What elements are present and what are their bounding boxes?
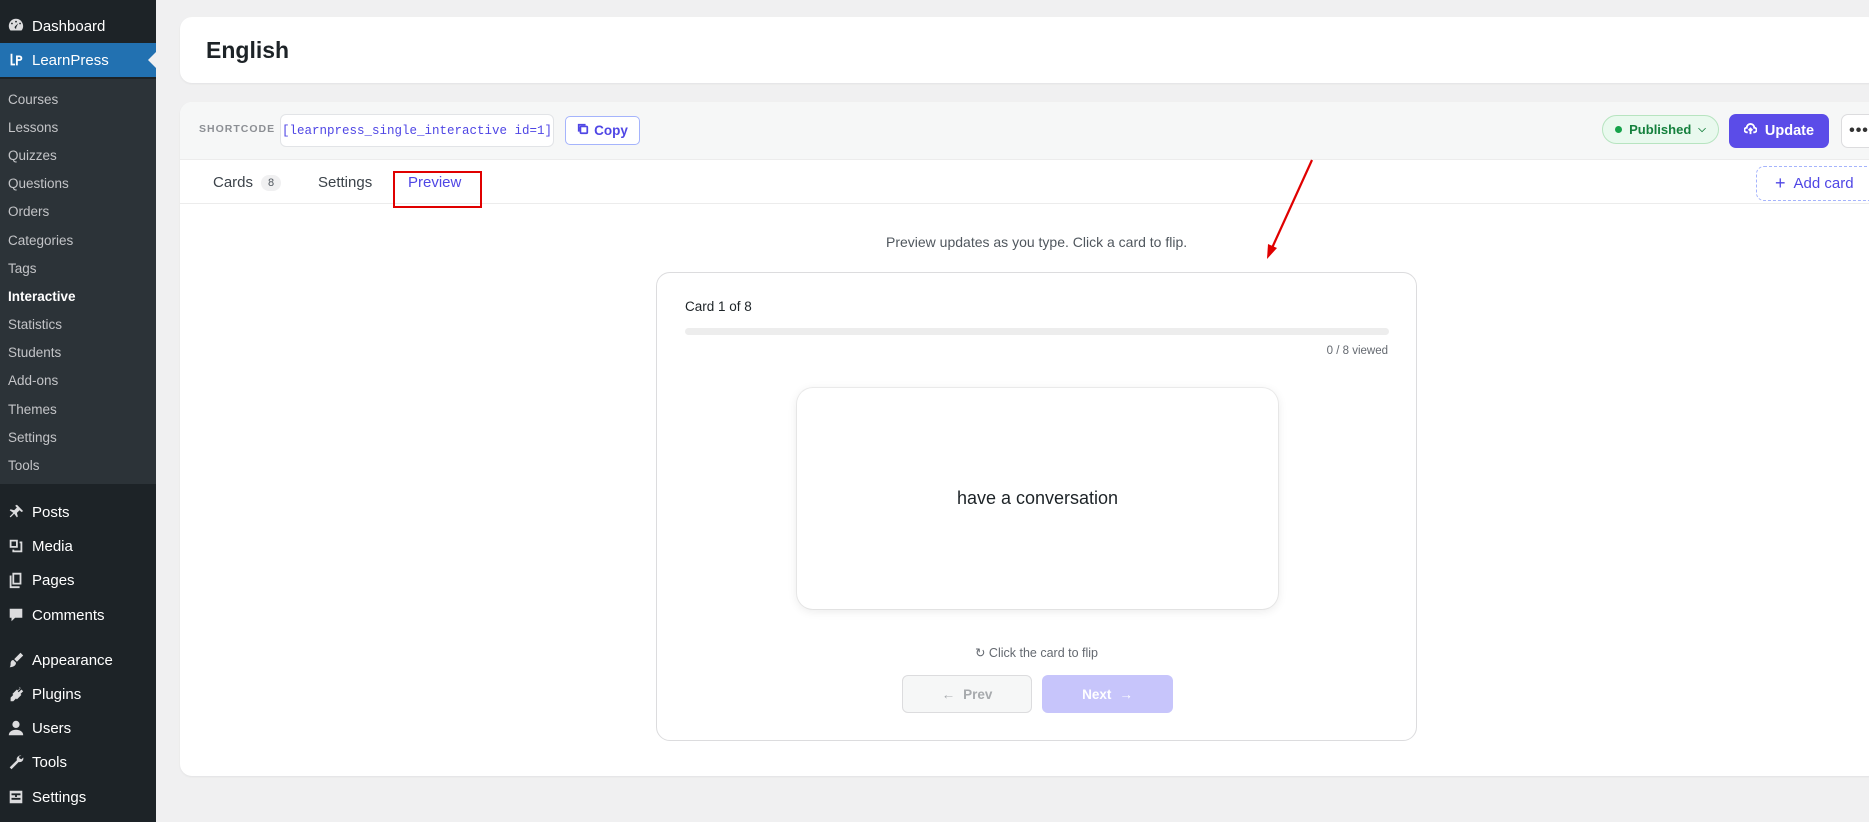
editor-toolbar: SHORTCODE [learnpress_single_interactive… — [180, 102, 1869, 160]
shortcode-field[interactable]: [learnpress_single_interactive id=1] — [280, 114, 554, 147]
flashcard-front-text: have a conversation — [956, 488, 1119, 508]
tab-settings-label: Settings — [318, 174, 373, 191]
submenu-item-questions[interactable]: Questions — [0, 170, 156, 198]
pin-icon — [0, 503, 32, 521]
sidebar-item-label: LearnPress — [32, 51, 109, 69]
more-options-button[interactable]: ••• — [1841, 114, 1869, 148]
submenu-item-tools[interactable]: Tools — [0, 451, 156, 479]
flashcard[interactable]: have a conversation — [797, 388, 1278, 609]
wrench-icon — [0, 753, 32, 771]
admin-sidebar: Dashboard LearnPress Courses Lessons Qui… — [0, 0, 156, 822]
sidebar-item-appearance[interactable]: Appearance — [0, 643, 156, 677]
submenu-item-orders[interactable]: Orders — [0, 198, 156, 226]
tab-cards-label: Cards — [213, 174, 254, 191]
active-indicator — [148, 52, 156, 68]
submenu-item-students[interactable]: Students — [0, 339, 156, 367]
tab-cards[interactable]: Cards 8 — [213, 174, 282, 191]
viewed-count: 0 / 8 viewed — [1326, 345, 1388, 357]
editor-card: SHORTCODE [learnpress_single_interactive… — [180, 102, 1869, 776]
arrow-right-icon: → — [1119, 686, 1133, 702]
cloud-upload-icon — [1743, 122, 1758, 140]
add-card-button[interactable]: + Add card — [1756, 166, 1869, 201]
tab-settings[interactable]: Settings — [318, 174, 372, 191]
cards-count-badge: 8 — [261, 174, 282, 191]
sidebar-item-media[interactable]: Media — [0, 529, 156, 563]
sidebar-item-users[interactable]: Users — [0, 711, 156, 745]
sidebar-item-label: Tools — [32, 753, 68, 771]
sidebar-item-label: Appearance — [32, 651, 113, 669]
sidebar-item-label: Posts — [32, 503, 70, 521]
add-card-label: Add card — [1793, 175, 1854, 192]
sidebar-item-pages[interactable]: Pages — [0, 563, 156, 597]
submenu-item-tags[interactable]: Tags — [0, 254, 156, 282]
sidebar-item-label: Comments — [32, 606, 105, 624]
submenu-item-add-ons[interactable]: Add-ons — [0, 367, 156, 395]
status-dropdown[interactable]: Published ⌵ — [1602, 115, 1719, 144]
sidebar-item-posts[interactable]: Posts — [0, 495, 156, 529]
sidebar-item-tools[interactable]: Tools — [0, 745, 156, 779]
title-card: English — [180, 17, 1869, 83]
learnpress-icon — [0, 51, 32, 69]
preview-hint-text: Preview updates as you type. Click a car… — [886, 234, 1188, 250]
arrow-left-icon: ← — [941, 686, 956, 702]
next-button[interactable]: Next → — [1042, 675, 1173, 713]
comments-icon — [0, 606, 32, 624]
page-title: English — [206, 37, 290, 63]
submenu-item-categories[interactable]: Categories — [0, 226, 156, 254]
brush-icon — [0, 651, 32, 669]
prev-button[interactable]: ← Prev — [902, 675, 1032, 713]
sidebar-item-label: Plugins — [32, 685, 82, 703]
submenu-item-courses[interactable]: Courses — [0, 85, 156, 113]
shortcode-label: SHORTCODE — [199, 123, 276, 135]
submenu-item-lessons[interactable]: Lessons — [0, 113, 156, 141]
chevron-down-icon: ⌵ — [1698, 124, 1706, 135]
flip-hint: ↻ Click the card to flip — [974, 646, 1099, 660]
flashcard-preview-panel: Card 1 of 8 0 / 8 viewed have a conversa… — [656, 272, 1417, 741]
status-label: Published — [1629, 122, 1692, 137]
sidebar-item-label: Settings — [32, 788, 87, 806]
prev-button-label: Prev — [963, 686, 993, 702]
copy-button-label: Copy — [594, 123, 628, 138]
sidebar-item-label: Users — [32, 719, 72, 737]
submenu-item-statistics[interactable]: Statistics — [0, 311, 156, 339]
sidebar-item-learnpress[interactable]: LearnPress — [0, 43, 156, 77]
media-icon — [0, 537, 32, 555]
plus-icon: + — [1775, 173, 1786, 193]
copy-icon — [577, 123, 589, 138]
copy-shortcode-button[interactable]: Copy — [565, 116, 640, 145]
submenu-item-settings[interactable]: Settings — [0, 423, 156, 451]
sidebar-item-dashboard[interactable]: Dashboard — [0, 9, 156, 43]
sidebar-item-comments[interactable]: Comments — [0, 598, 156, 632]
sidebar-item-label: Pages — [32, 571, 75, 589]
next-button-label: Next — [1082, 686, 1112, 702]
pages-icon — [0, 571, 32, 589]
plugin-icon — [0, 685, 32, 703]
sidebar-item-label: Dashboard — [32, 17, 106, 35]
user-icon — [0, 719, 32, 737]
sidebar-item-plugins[interactable]: Plugins — [0, 677, 156, 711]
settings-icon — [0, 788, 32, 806]
learnpress-submenu: Courses Lessons Quizzes Questions Orders… — [0, 79, 156, 484]
update-button-label: Update — [1764, 123, 1815, 139]
update-button[interactable]: Update — [1729, 114, 1829, 148]
status-dot-icon — [1615, 126, 1623, 133]
progress-bar — [685, 328, 1389, 335]
annotation-highlight-box — [393, 171, 482, 208]
submenu-item-themes[interactable]: Themes — [0, 395, 156, 423]
submenu-item-quizzes[interactable]: Quizzes — [0, 141, 156, 169]
dashboard-icon — [0, 17, 32, 35]
sidebar-item-settings[interactable]: Settings — [0, 780, 156, 814]
sidebar-item-label: Media — [32, 537, 73, 555]
submenu-item-interactive[interactable]: Interactive — [0, 282, 156, 310]
card-counter: Card 1 of 8 — [685, 299, 752, 314]
